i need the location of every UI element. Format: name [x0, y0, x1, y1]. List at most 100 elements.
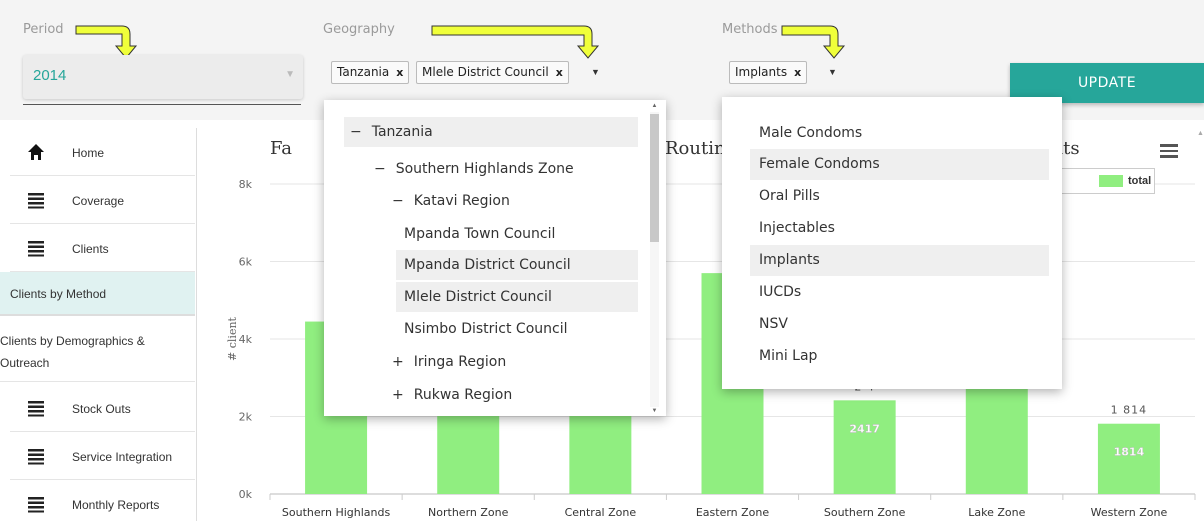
data-label-inside: 1814 [1114, 446, 1145, 459]
y-axis-label: # client [226, 316, 239, 361]
methods-option[interactable]: Oral Pills [750, 181, 1049, 212]
geography-tree-item[interactable]: − Tanzania [344, 117, 638, 147]
chip-label: Implants [735, 65, 788, 79]
y-tick-label: 8k [239, 178, 253, 191]
geography-tree-item[interactable]: Nsimbo District Council [396, 314, 638, 344]
geography-tree-item[interactable]: + Rukwa Region [386, 380, 638, 410]
sidebar-item-monthly-reports[interactable]: Monthly Reports [10, 480, 195, 521]
chart-bar[interactable] [965, 373, 1028, 494]
sidebar-item-label: Clients by Demographics & [0, 334, 145, 348]
list-icon [28, 241, 44, 257]
period-select[interactable]: 2014 ▼ [23, 55, 303, 99]
geography-tree-item[interactable]: − Katavi Region [386, 186, 638, 216]
methods-option[interactable]: NSV [750, 309, 1049, 340]
x-tick-label: Central Zone [565, 506, 637, 519]
scrollbar-thumb[interactable] [650, 114, 659, 242]
sidebar-item-coverage[interactable]: Coverage [10, 176, 195, 224]
x-tick-label: Southern Zone [824, 506, 906, 519]
scroll-down-arrow-icon[interactable]: ▼ [650, 408, 659, 414]
scroll-up-arrow-icon[interactable]: ▲ [650, 103, 659, 109]
chip-remove-button[interactable]: x [556, 66, 563, 79]
methods-label: Methods [722, 22, 778, 37]
expand-icon[interactable]: + [392, 387, 404, 403]
x-tick-label: Lake Zone [968, 506, 1025, 519]
x-tick-label: Northern Zone [428, 506, 509, 519]
collapse-icon[interactable]: − [350, 124, 362, 140]
legend-entry-total[interactable]: total [1128, 175, 1151, 187]
methods-dropdown: Male Condoms Female Condoms Oral Pills Inje… [722, 97, 1062, 389]
chart-title-fragment: Routin [665, 138, 726, 159]
sidebar-divider [196, 128, 197, 521]
sidebar-item-clients-by-method[interactable]: Clients by Method [0, 272, 195, 316]
chip-remove-button[interactable]: x [794, 66, 801, 79]
x-tick-label: Western Zone [1091, 506, 1168, 519]
geography-arrow-icon [431, 25, 600, 59]
methods-option[interactable]: Female Condoms [750, 149, 1049, 180]
chip-label: Mlele District Council [422, 65, 549, 79]
geography-tree-label: Rukwa Region [413, 387, 513, 403]
chevron-down-icon: ▼ [285, 69, 295, 80]
geography-dropdown-caret-icon[interactable]: ▼ [591, 67, 600, 77]
sidebar: Home Coverage Clients Clients by Method … [0, 128, 197, 521]
chart-bar[interactable] [1097, 423, 1160, 494]
methods-option[interactable]: Male Condoms [750, 118, 1049, 149]
geography-chip-mlele: Mlele District Council x [416, 61, 569, 84]
geography-tree-label: Iringa Region [413, 354, 507, 370]
sidebar-item-label: Stock Outs [72, 402, 131, 416]
geography-tree-item[interactable]: Mlele District Council [396, 282, 638, 312]
list-icon [28, 449, 44, 465]
methods-option[interactable]: IUCDs [750, 277, 1049, 308]
home-icon [28, 144, 44, 160]
y-tick-label: 2k [239, 411, 253, 424]
data-label-inside: 2417 [849, 422, 880, 435]
sidebar-item-label: Service Integration [72, 450, 173, 464]
sidebar-item-stock-outs[interactable]: Stock Outs [10, 384, 195, 432]
methods-arrow-icon [781, 25, 846, 59]
methods-chip-implants: Implants x [729, 61, 808, 84]
geography-tree-item[interactable]: Mpanda Town Council [396, 219, 638, 249]
geography-tree-label: Katavi Region [413, 193, 510, 209]
collapse-icon[interactable]: − [392, 193, 404, 209]
geography-scrollbar[interactable]: ▲ ▼ [650, 103, 659, 414]
y-tick-label: 4k [239, 333, 253, 346]
geography-chip-tanzania: Tanzania x [331, 61, 410, 84]
collapse-icon[interactable]: − [374, 161, 386, 177]
sidebar-item-label: Monthly Reports [72, 498, 160, 512]
list-icon [28, 401, 44, 417]
legend-swatch[interactable] [1099, 175, 1123, 187]
list-icon [28, 497, 44, 513]
y-tick-label: 0k [239, 488, 253, 501]
geography-dropdown: − Tanzania − Southern Highlands Zone − Katavi… [324, 100, 666, 416]
sidebar-item-service-integration[interactable]: Service Integration [10, 432, 195, 480]
methods-option[interactable]: Implants [750, 245, 1049, 276]
geography-tree-label: Mpanda District Council [404, 257, 571, 273]
geography-tree-item[interactable]: Mpanda District Council [396, 250, 638, 280]
sidebar-item-clients-by-demographics[interactable]: Clients by Demographics & Outreach [0, 318, 195, 382]
period-value: 2014 [33, 67, 67, 84]
sidebar-item-label: Clients [72, 242, 109, 256]
menu-icon[interactable] [1160, 144, 1178, 158]
methods-option[interactable]: Mini Lap [750, 341, 1049, 372]
period-underline [23, 104, 301, 105]
geography-tree-item[interactable]: + Iringa Region [386, 347, 638, 377]
x-tick-label: Eastern Zone [696, 506, 770, 519]
chip-label: Tanzania [337, 65, 390, 79]
list-icon [28, 193, 44, 209]
sidebar-item-home[interactable]: Home [10, 128, 195, 176]
methods-option[interactable]: Injectables [750, 213, 1049, 244]
data-label-top: 1 814 [1111, 404, 1148, 417]
geography-tree-item[interactable]: − Southern Highlands Zone [368, 154, 638, 184]
expand-icon[interactable]: + [392, 354, 404, 370]
scroll-up-arrow-icon[interactable]: ▲ [1197, 130, 1204, 137]
chart-bar[interactable] [833, 400, 896, 494]
sidebar-item-label: Home [72, 146, 105, 160]
methods-dropdown-caret-icon[interactable]: ▼ [828, 67, 837, 77]
y-tick-label: 6k [239, 256, 253, 269]
chart-title-fragment: Fa [270, 138, 292, 159]
chip-remove-button[interactable]: x [396, 66, 403, 79]
geography-tree-label: Tanzania [371, 124, 433, 140]
period-label: Period [23, 22, 64, 37]
sidebar-item-clients[interactable]: Clients [10, 224, 195, 272]
sidebar-item-label: Outreach [0, 356, 50, 370]
geography-tree-label: Mpanda Town Council [404, 226, 556, 242]
